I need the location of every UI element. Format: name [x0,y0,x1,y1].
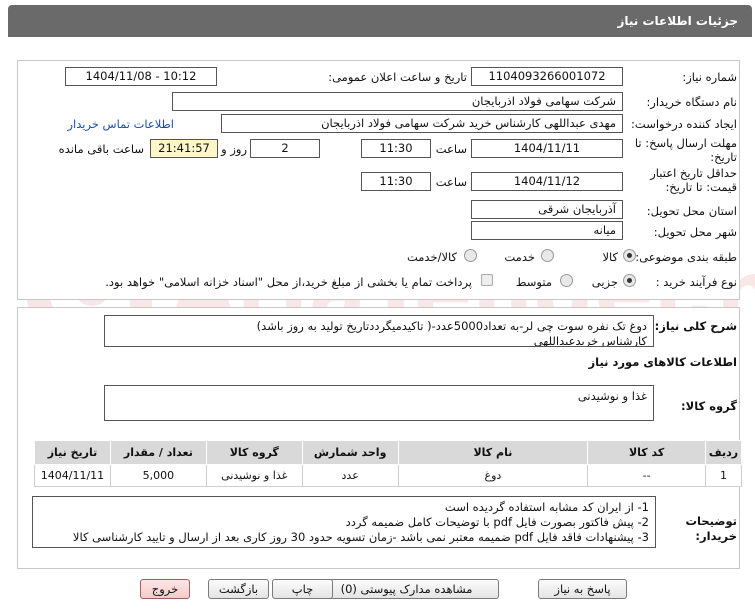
exit-button[interactable]: خروج [140,579,190,599]
cell-row-number: 1 [704,464,743,487]
buyer-org-label: نام دستگاه خریدار: [646,95,737,109]
purchase-process-label: نوع فرآیند خرید : [655,275,737,289]
buyer-contact-link[interactable]: اطلاعات تماس خریدار [67,117,174,131]
general-desc-label: شرح کلی نیاز: [654,319,737,333]
validity-time-field: 11:30 [361,172,431,191]
category-option-goods-service: کالا/خدمت [406,250,457,264]
need-number-field: 1104093266001072 [471,67,623,86]
reply-date-field: 1404/11/11 [471,139,623,158]
goods-info-heading: اطلاعات کالاهای مورد نیاز [588,355,737,369]
process-option-minor: جزیی [591,275,618,289]
page-title: جزئیات اطلاعات نیاز [617,14,738,28]
goods-table: تاریخ نیاز تعداد / مقدار گروه کالا واحد … [34,440,743,487]
requester-label: ایجاد کننده درخواست: [631,117,737,131]
cell-goods-code: -- [587,464,706,487]
table-row: 1404/11/11 5,000 غذا و نوشیدنی عدد دوغ -… [34,464,743,487]
goods-group-value: غذا و نوشیدنی [577,389,647,403]
col-goods-group: گروه کالا [205,440,303,465]
category-radio-goods[interactable] [623,249,636,262]
buyer-note-2: 2- پیش فاکتور بصورت فایل pdf با توضیحات … [345,515,649,529]
need-number-label: شماره نیاز: [682,70,737,84]
buyer-note-1: 1- از ایران کد مشابه استفاده گردیده است [444,500,649,514]
general-desc-line-1: دوغ تک نفره سوت چی لر-به تعداد5000عدد-( … [256,319,647,333]
buyer-org-field: شرکت سهامی فولاد اذربایجان [172,92,623,111]
remaining-time-field: 21:41:57 [150,139,218,158]
announce-datetime-label: تاریخ و ساعت اعلان عمومی: [328,70,467,84]
process-option-medium: متوسط [515,275,552,289]
delivery-province-label: استان محل تحویل: [646,204,737,218]
cell-quantity: 5,000 [109,464,207,487]
col-quantity: تعداد / مقدار [109,440,207,465]
buyer-note-3: 3- پیشنهادات فاقد فایل pdf ضمیمه معتبر ن… [72,530,649,544]
category-option-goods: کالا [602,250,618,264]
delivery-province-field: آذربایجان شرقی [471,200,623,219]
general-desc-line-2: کارشناس خریدعبداللهی [533,334,647,347]
validity-hour-label: ساعت [435,175,467,189]
goods-table-header-row: تاریخ نیاز تعداد / مقدار گروه کالا واحد … [34,440,743,465]
remaining-time-label: ساعت باقی مانده [58,142,144,156]
col-unit: واحد شمارش [301,440,399,465]
announce-datetime-field: 1404/11/08 - 10:12 [65,67,217,86]
category-option-service: خدمت [504,250,535,264]
general-desc-textarea: دوغ تک نفره سوت چی لر-به تعداد5000عدد-( … [104,315,654,347]
cell-goods-group: غذا و نوشیدنی [205,464,303,487]
process-radio-minor[interactable] [623,274,636,287]
col-need-date: تاریخ نیاز [34,440,111,465]
days-and-label: روز و [221,142,247,156]
requester-field: مهدی عبداللهی کارشناس خرید شرکت سهامی فو… [221,114,623,133]
delivery-city-field: میانه [471,221,623,240]
category-radio-service[interactable] [541,249,554,262]
treasury-payment-note: پرداخت تمام یا بخشی از مبلغ خرید،از محل … [105,275,472,289]
back-button[interactable]: بازگشت [208,579,269,599]
reply-button[interactable]: پاسخ به نیاز [538,579,627,599]
goods-group-textarea: غذا و نوشیدنی [104,385,654,421]
process-radio-medium[interactable] [560,274,573,287]
reply-deadline-label: مهلت ارسال پاسخ: تا تاریخ: [634,136,737,164]
reply-time-field: 11:30 [361,139,431,158]
buyer-notes-textarea: 1- از ایران کد مشابه استفاده گردیده است … [32,496,656,548]
cell-need-date: 1404/11/11 [34,464,111,487]
reply-hour-label: ساعت [435,142,467,156]
buyer-notes-label: توضیحات خریدار: [685,514,738,543]
validity-date-field: 1404/11/12 [471,172,623,191]
col-row-number: ردیف [704,440,743,465]
category-label: طبقه بندی موضوعی: [635,250,737,264]
goods-group-label: گروه کالا: [681,399,737,413]
panel-header: جزئیات اطلاعات نیاز [8,5,752,37]
print-button[interactable]: چاپ [272,579,333,599]
view-attachments-button[interactable]: مشاهده مدارک پیوستی (0) [314,579,499,599]
delivery-city-label: شهر محل تحویل: [653,225,737,239]
col-goods-name: نام کالا [397,440,589,465]
treasury-payment-checkbox[interactable] [481,274,493,286]
col-goods-code: کد کالا [587,440,706,465]
cell-goods-name: دوغ [397,464,589,487]
category-radio-goods-service[interactable] [464,249,477,262]
price-validity-label: حداقل تاریخ اعتبار قیمت: تا تاریخ: [650,166,737,194]
reply-days-field: 2 [250,139,320,158]
cell-unit: عدد [301,464,399,487]
